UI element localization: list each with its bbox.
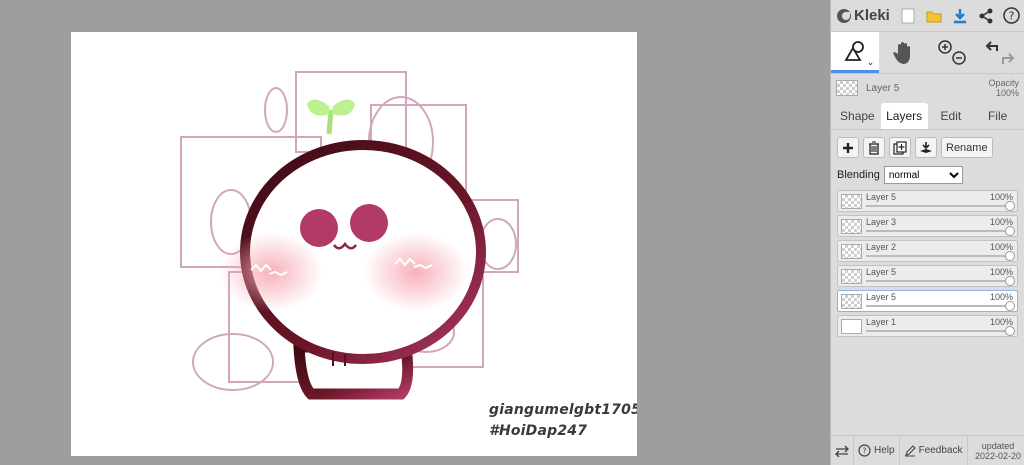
panel-footer: ? Help Feedback updated 2022-02-20 <box>831 435 1024 465</box>
app-name: Kleki <box>854 7 890 24</box>
shape-tool-button[interactable]: ⌄ <box>831 32 880 73</box>
undo-redo-buttons <box>976 32 1024 73</box>
new-image-icon[interactable] <box>899 7 916 24</box>
watermark-line-2: #HoiDap247 <box>489 423 588 439</box>
layer-row[interactable]: Layer 3 100% <box>837 215 1018 237</box>
layer-opacity-slider[interactable] <box>866 255 1007 257</box>
hand-tool-icon <box>893 41 911 64</box>
layer-opacity-knob[interactable] <box>1005 301 1015 311</box>
help-circle-icon: ? <box>858 444 871 457</box>
layer-opacity-slider[interactable] <box>866 330 1007 332</box>
layer-thumbnail <box>841 194 862 209</box>
layer-opacity-knob[interactable] <box>1005 276 1015 286</box>
kleki-logo-icon <box>837 8 851 23</box>
swap-panel-button[interactable] <box>831 436 854 465</box>
current-layer-name: Layer 5 <box>866 82 900 94</box>
side-panel: Kleki ? ⌄ Layer 5 Opacity 100% Shape Lay… <box>830 0 1024 465</box>
updated-label: updated <box>981 440 1015 451</box>
panel-tabs: Shape Layers Edit File <box>831 102 1024 130</box>
layer-opacity-knob[interactable] <box>1005 226 1015 236</box>
tab-file[interactable]: File <box>974 103 1021 129</box>
merge-layer-button[interactable] <box>915 137 937 158</box>
blending-control: Blending normal <box>831 162 1024 188</box>
tool-row: ⌄ <box>831 32 1024 74</box>
hand-tool-button[interactable] <box>879 32 927 73</box>
undo-icon[interactable] <box>985 40 998 51</box>
layer-name: Layer 5 <box>866 192 897 202</box>
layer-thumbnail <box>841 269 862 284</box>
layer-thumbnail <box>841 219 862 234</box>
layer-thumbnail <box>841 319 862 334</box>
blending-label: Blending <box>837 169 880 181</box>
help-icon[interactable]: ? <box>1003 7 1020 24</box>
layer-name: Layer 2 <box>866 242 897 252</box>
layer-opacity-slider[interactable] <box>866 205 1007 207</box>
watermark-line-1: giangumelgbt1705 <box>489 402 637 418</box>
current-layer-opacity: Opacity 100% <box>988 78 1019 98</box>
zoom-buttons <box>928 32 976 73</box>
share-icon[interactable] <box>977 7 994 24</box>
canvas-artwork <box>180 71 519 400</box>
layer-row[interactable]: Layer 2 100% <box>837 240 1018 262</box>
svg-text:?: ? <box>1009 10 1015 23</box>
character-body <box>219 140 486 400</box>
layer-row[interactable]: Layer 5 100% <box>837 190 1018 212</box>
tab-shape[interactable]: Shape <box>834 103 881 129</box>
svg-text:?: ? <box>862 447 866 456</box>
redo-icon[interactable] <box>1001 52 1015 64</box>
zoom-in-icon[interactable] <box>937 39 952 54</box>
drawing-canvas[interactable]: giangumelgbt1705 #HoiDap247 <box>71 32 637 456</box>
tab-layers[interactable]: Layers <box>880 103 928 129</box>
opacity-value: 100% <box>995 88 1019 98</box>
opacity-label: Opacity <box>988 78 1019 88</box>
layer-opacity-slider[interactable] <box>866 230 1007 232</box>
tab-edit[interactable]: Edit <box>928 103 975 129</box>
feedback-label: Feedback <box>918 445 963 456</box>
layer-list: Layer 5 100% Layer 3 100% Layer 2 100% L… <box>831 188 1024 342</box>
layer-actions: Rename <box>831 130 1024 162</box>
rename-layer-button[interactable]: Rename <box>941 137 993 158</box>
layer-name: Layer 5 <box>866 292 897 302</box>
layer-name: Layer 5 <box>866 267 897 277</box>
help-label: Help <box>874 445 895 456</box>
current-layer-info: Layer 5 Opacity 100% <box>831 74 1024 102</box>
layer-opacity-knob[interactable] <box>1005 201 1015 211</box>
layer-opacity-slider[interactable] <box>866 305 1007 307</box>
layer-row[interactable]: Layer 5 100% <box>837 265 1018 287</box>
layer-row-selected[interactable]: Layer 5 100% <box>837 290 1018 312</box>
open-folder-icon[interactable] <box>925 7 942 24</box>
merge-down-icon <box>920 141 932 153</box>
layer-opacity-knob[interactable] <box>1005 251 1015 261</box>
plus-icon <box>843 142 853 153</box>
chevron-down-icon[interactable]: ⌄ <box>867 57 875 68</box>
swap-arrows-icon <box>835 445 849 457</box>
feedback-button[interactable]: Feedback <box>900 436 968 465</box>
layer-thumbnail <box>841 244 862 259</box>
sprout <box>307 99 355 135</box>
canvas-workspace: giangumelgbt1705 #HoiDap247 <box>0 0 830 465</box>
app-logo[interactable]: Kleki <box>837 7 895 24</box>
blending-select[interactable]: normal <box>883 166 963 184</box>
layer-thumbnail <box>841 294 862 309</box>
feedback-pencil-icon <box>904 444 916 456</box>
updated-date: 2022-02-20 <box>974 450 1021 461</box>
layer-name: Layer 3 <box>866 217 897 227</box>
download-icon[interactable] <box>951 7 968 24</box>
layer-opacity-knob[interactable] <box>1005 326 1015 336</box>
shape-tool-icon <box>844 41 865 61</box>
layer-row[interactable]: Layer 1 100% <box>837 315 1018 337</box>
add-layer-button[interactable] <box>837 137 859 158</box>
trash-icon <box>869 140 879 155</box>
layer-name: Layer 1 <box>866 317 897 327</box>
help-button[interactable]: ? Help <box>854 436 900 465</box>
layer-opacity-slider[interactable] <box>866 280 1007 282</box>
duplicate-layer-button[interactable] <box>889 137 911 158</box>
updated-info: updated 2022-02-20 <box>975 441 1024 461</box>
duplicate-icon <box>893 140 907 155</box>
delete-layer-button[interactable] <box>863 137 885 158</box>
zoom-out-icon[interactable] <box>951 50 966 65</box>
current-layer-thumbnail <box>836 80 858 96</box>
panel-topbar: Kleki ? <box>831 0 1024 32</box>
